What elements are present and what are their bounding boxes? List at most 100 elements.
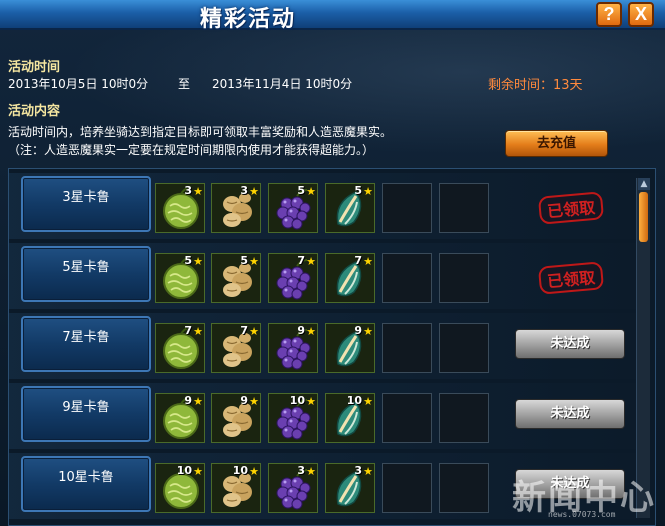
recharge-button[interactable]: 去充值 xyxy=(505,130,608,157)
claimed-stamp-label: 已领取 xyxy=(537,261,605,295)
reward-item-slot[interactable]: 5 ★ xyxy=(211,253,261,303)
reward-item-slot[interactable]: 9 ★ xyxy=(325,323,375,373)
activity-description: 活动时间内，培养坐骑达到指定目标即可领取丰富奖励和人造恶魔果实。 xyxy=(8,125,393,139)
star-icon: ★ xyxy=(363,325,373,338)
reward-row: 3星卡鲁 3 ★ 3 ★ 5 ★ 5 ★ 已领取 xyxy=(9,173,639,239)
empty-item-slot xyxy=(382,323,432,373)
close-button[interactable]: X xyxy=(628,2,654,27)
reward-item-slot[interactable]: 3 ★ xyxy=(211,183,261,233)
reward-item-slot[interactable]: 9 ★ xyxy=(155,393,205,443)
item-count: 3 xyxy=(297,464,305,477)
watermark-logo: 新闻中心 news.07073.com xyxy=(512,470,662,524)
mount-level-button[interactable]: 7星卡鲁 xyxy=(21,316,151,372)
reward-row: 7星卡鲁 7 ★ 7 ★ 9 ★ 9 ★ 未达成 xyxy=(9,313,639,379)
item-count: 9 xyxy=(297,324,305,337)
item-count: 5 xyxy=(297,184,305,197)
mount-level-label: 3星卡鲁 xyxy=(62,190,110,205)
star-icon: ★ xyxy=(306,255,316,268)
empty-item-slot xyxy=(439,183,489,233)
remaining-time: 剩余时间：13天 xyxy=(488,78,583,93)
title-bar: 精彩活动 ? X xyxy=(0,0,665,32)
unachieved-button[interactable]: 未达成 xyxy=(515,329,625,359)
reward-item-slot[interactable]: 5 ★ xyxy=(325,183,375,233)
star-icon: ★ xyxy=(249,395,259,408)
item-count: 3 xyxy=(184,184,192,197)
mount-level-label: 9星卡鲁 xyxy=(62,400,110,415)
item-count: 10 xyxy=(346,394,362,407)
empty-item-slot xyxy=(439,463,489,513)
mount-level-label: 5星卡鲁 xyxy=(62,260,110,275)
star-icon: ★ xyxy=(363,465,373,478)
mount-level-button[interactable]: 10星卡鲁 xyxy=(21,456,151,512)
scroll-up-icon[interactable]: ▲ xyxy=(638,178,650,190)
reward-item-slot[interactable]: 3 ★ xyxy=(155,183,205,233)
empty-item-slot xyxy=(382,393,432,443)
unachieved-button[interactable]: 未达成 xyxy=(515,399,625,429)
item-count: 3 xyxy=(354,464,362,477)
empty-item-slot xyxy=(382,253,432,303)
reward-item-slot[interactable]: 5 ★ xyxy=(155,253,205,303)
star-icon: ★ xyxy=(193,395,203,408)
end-time: 2013年11月4日 10时0分 xyxy=(212,77,353,91)
star-icon: ★ xyxy=(306,465,316,478)
claimed-stamp: 已领取 xyxy=(535,185,613,225)
claimed-stamp-label: 已领取 xyxy=(537,191,605,225)
reward-item-slot[interactable]: 7 ★ xyxy=(155,323,205,373)
reward-item-slot[interactable]: 7 ★ xyxy=(268,253,318,303)
item-count: 9 xyxy=(354,324,362,337)
reward-item-slot[interactable]: 7 ★ xyxy=(325,253,375,303)
star-icon: ★ xyxy=(193,255,203,268)
reward-item-slot[interactable]: 3 ★ xyxy=(325,463,375,513)
reward-row: 9星卡鲁 9 ★ 9 ★ 10 ★ 10 ★ 未达成 xyxy=(9,383,639,449)
empty-item-slot xyxy=(382,463,432,513)
activity-content-heading: 活动内容 xyxy=(8,104,61,119)
star-icon: ★ xyxy=(363,185,373,198)
mount-level-label: 7星卡鲁 xyxy=(62,330,110,345)
reward-item-slot[interactable]: 10 ★ xyxy=(268,393,318,443)
item-count: 7 xyxy=(297,254,305,267)
start-time: 2013年10月5日 10时0分 xyxy=(8,77,149,91)
reward-item-slot[interactable]: 3 ★ xyxy=(268,463,318,513)
reward-row: 5星卡鲁 5 ★ 5 ★ 7 ★ 7 ★ 已领取 xyxy=(9,243,639,309)
star-icon: ★ xyxy=(249,465,259,478)
mount-level-label: 10星卡鲁 xyxy=(58,470,114,485)
item-count: 5 xyxy=(354,184,362,197)
reward-item-slot[interactable]: 10 ★ xyxy=(325,393,375,443)
item-count: 7 xyxy=(184,324,192,337)
empty-item-slot xyxy=(439,393,489,443)
activity-time-heading: 活动时间 xyxy=(8,60,61,75)
mount-level-button[interactable]: 5星卡鲁 xyxy=(21,246,151,302)
help-button[interactable]: ? xyxy=(596,2,622,27)
item-count: 5 xyxy=(184,254,192,267)
reward-item-slot[interactable]: 9 ★ xyxy=(211,393,261,443)
item-count: 7 xyxy=(354,254,362,267)
watermark-url: news.07073.com xyxy=(548,510,616,519)
reward-item-slot[interactable]: 10 ★ xyxy=(211,463,261,513)
star-icon: ★ xyxy=(306,325,316,338)
item-count: 10 xyxy=(176,464,192,477)
window-title: 精彩活动 xyxy=(200,7,297,32)
scroll-thumb[interactable] xyxy=(639,192,648,242)
star-icon: ★ xyxy=(193,465,203,478)
reward-item-slot[interactable]: 10 ★ xyxy=(155,463,205,513)
activity-note: （注：人造恶魔果实一定要在规定时间期限内使用才能获得超能力。） xyxy=(8,143,375,157)
item-count: 9 xyxy=(184,394,192,407)
star-icon: ★ xyxy=(249,185,259,198)
star-icon: ★ xyxy=(193,325,203,338)
item-count: 10 xyxy=(289,394,305,407)
item-count: 3 xyxy=(240,184,248,197)
item-count: 5 xyxy=(240,254,248,267)
item-count: 7 xyxy=(240,324,248,337)
item-count: 10 xyxy=(232,464,248,477)
claimed-stamp: 已领取 xyxy=(535,255,613,295)
star-icon: ★ xyxy=(363,395,373,408)
star-icon: ★ xyxy=(193,185,203,198)
mount-level-button[interactable]: 3星卡鲁 xyxy=(21,176,151,232)
reward-item-slot[interactable]: 7 ★ xyxy=(211,323,261,373)
reward-item-slot[interactable]: 9 ★ xyxy=(268,323,318,373)
star-icon: ★ xyxy=(306,185,316,198)
scrollbar[interactable]: ▲ xyxy=(636,178,650,518)
reward-item-slot[interactable]: 5 ★ xyxy=(268,183,318,233)
mount-level-button[interactable]: 9星卡鲁 xyxy=(21,386,151,442)
empty-item-slot xyxy=(439,253,489,303)
